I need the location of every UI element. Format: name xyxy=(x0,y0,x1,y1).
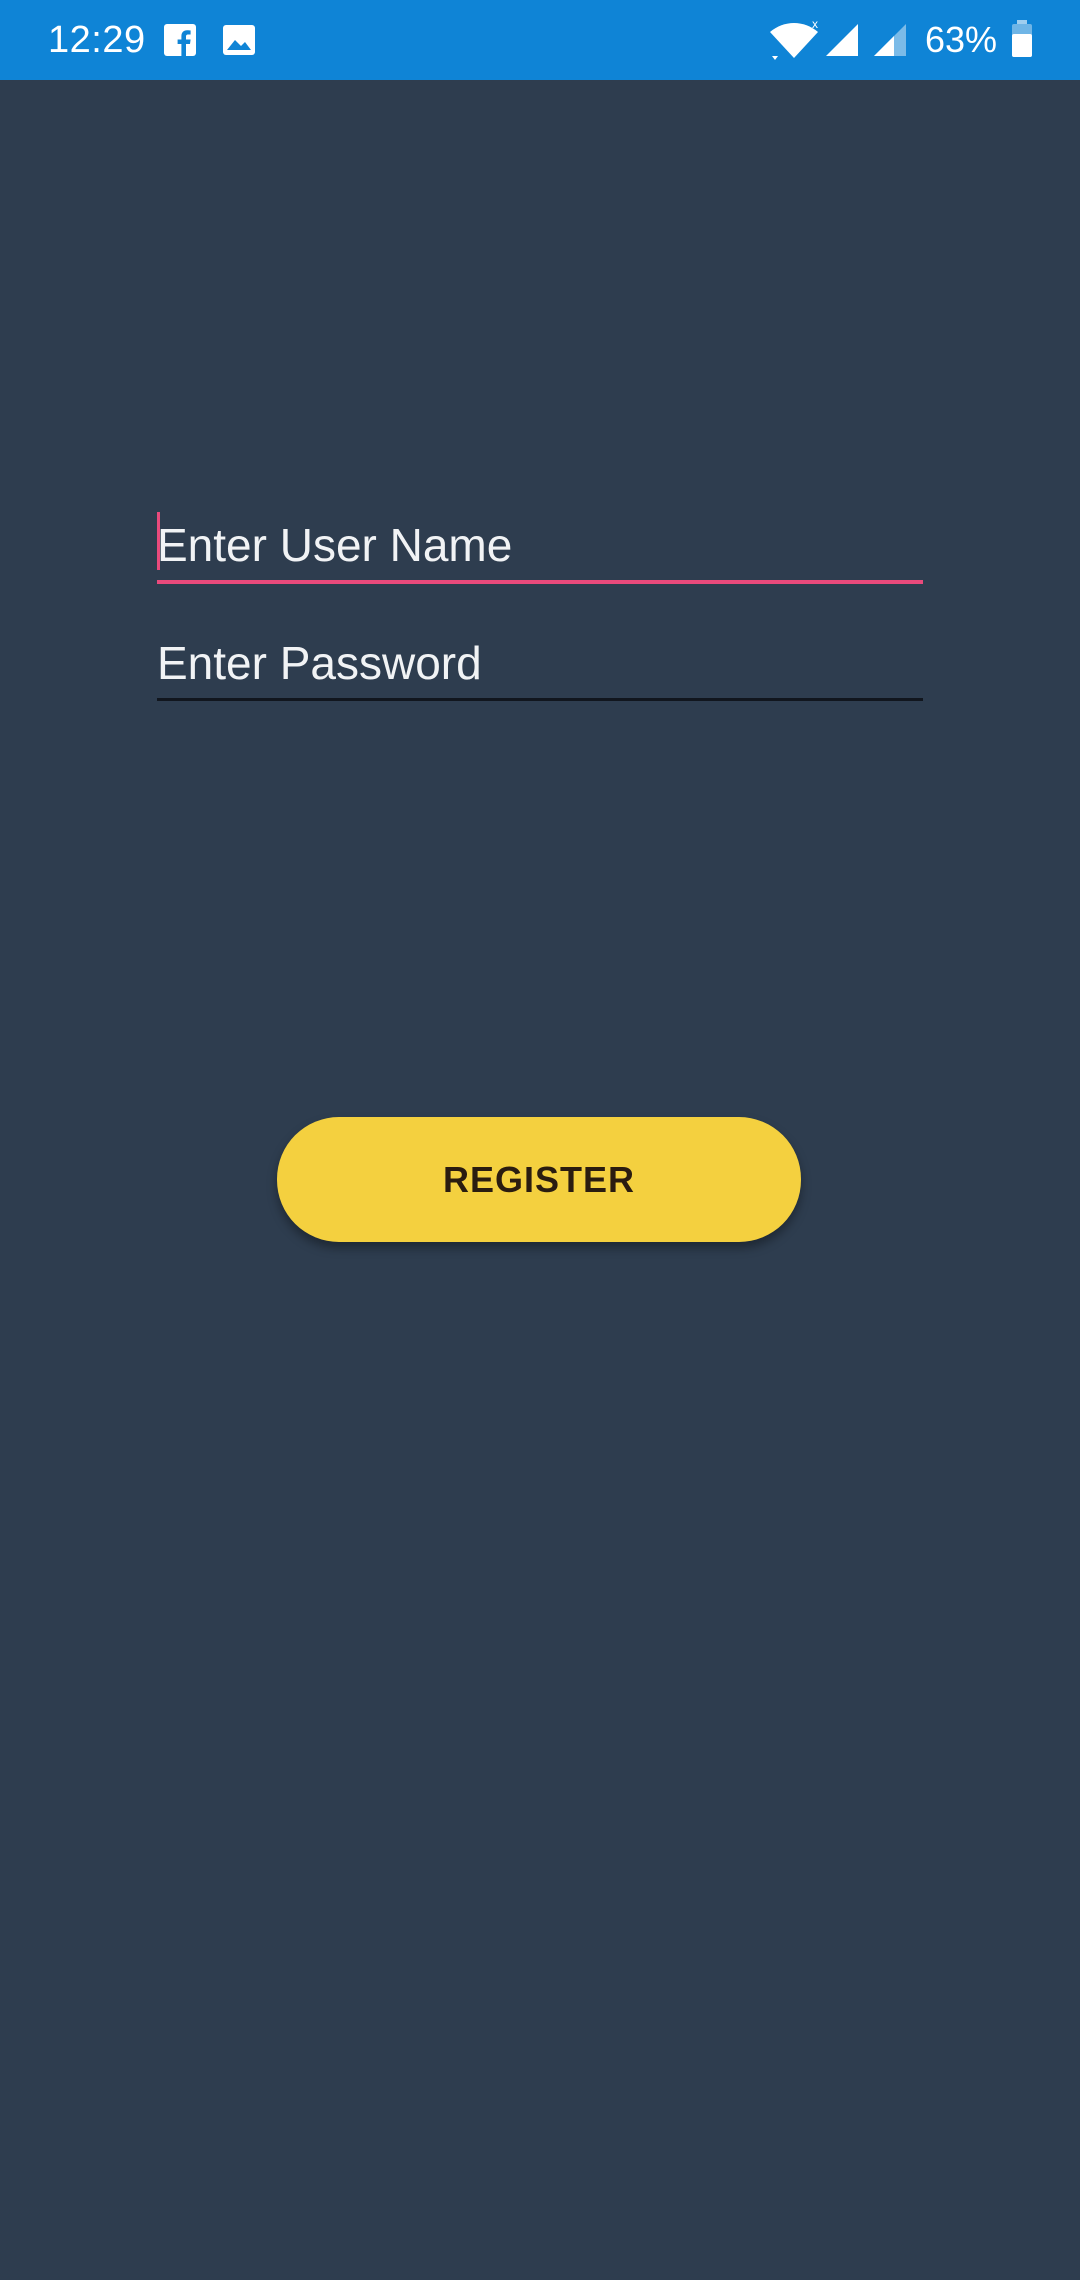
svg-text:x: x xyxy=(812,18,818,31)
cellular-signal-icon xyxy=(826,24,858,56)
password-field[interactable] xyxy=(157,628,923,701)
username-input[interactable] xyxy=(157,510,923,580)
wifi-icon: x xyxy=(770,18,818,60)
register-button[interactable]: REGISTER xyxy=(277,1117,801,1242)
status-time: 12:29 xyxy=(48,19,146,61)
username-underline xyxy=(157,580,923,584)
cellular-signal-icon xyxy=(874,24,906,56)
text-cursor xyxy=(157,512,160,570)
register-button-label: REGISTER xyxy=(442,1158,636,1200)
facebook-icon xyxy=(164,24,196,56)
status-bar: 12:29 x 63% xyxy=(0,0,1080,80)
username-field[interactable] xyxy=(157,510,923,584)
image-icon xyxy=(223,25,255,55)
password-underline xyxy=(157,698,923,701)
battery-icon xyxy=(1012,20,1032,57)
battery-percent: 63% xyxy=(925,19,998,60)
password-input[interactable] xyxy=(157,628,923,698)
